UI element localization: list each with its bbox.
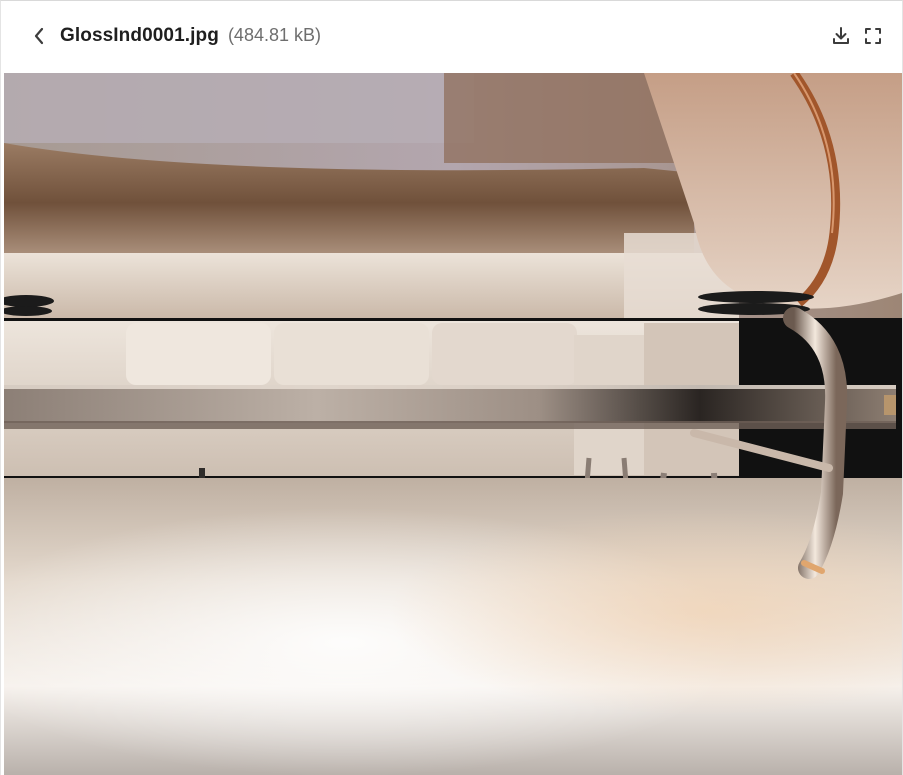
file-title: GlossInd0001.jpg (484.81 kB) [60, 25, 321, 47]
fullscreen-button[interactable] [862, 25, 884, 47]
file-name: GlossInd0001.jpg [60, 25, 219, 46]
download-button[interactable] [830, 25, 852, 47]
chevron-left-icon [34, 27, 44, 45]
rendered-scene-image [4, 73, 902, 775]
download-icon [833, 27, 849, 44]
file-size: (484.81 kB) [227, 25, 321, 45]
back-button[interactable] [27, 23, 51, 49]
image-preview [4, 73, 902, 775]
preview-header: GlossInd0001.jpg (484.81 kB) [1, 1, 902, 73]
file-preview-viewer: GlossInd0001.jpg (484.81 kB) [0, 0, 903, 775]
fullscreen-icon [865, 28, 881, 44]
